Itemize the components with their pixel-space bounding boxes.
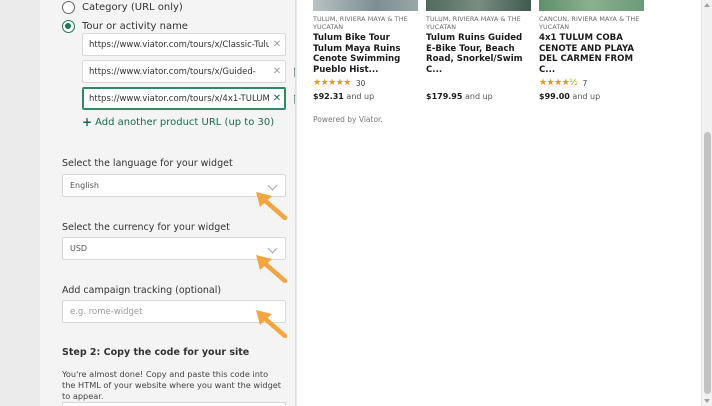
widget-config-panel: Category (URL only) Tour or activity nam…	[40, 0, 296, 406]
pointer-arrow-icon	[256, 255, 288, 283]
product-url-row: https://www.viator.com/tours/x/Guided- ✕	[82, 60, 296, 83]
language-value: English	[70, 181, 99, 190]
step2-heading: Step 2: Copy the code for your site	[62, 347, 250, 358]
clear-icon[interactable]: ✕	[269, 66, 285, 77]
price-suffix: and up	[464, 92, 493, 102]
product-card[interactable]: TULUM, RIVIERA MAYA & THE YUCATAN Tulum …	[313, 0, 418, 101]
product-location: TULUM, RIVIERA MAYA & THE YUCATAN	[313, 15, 408, 32]
radio-tour-label: Tour or activity name	[82, 21, 188, 32]
radio-category-label: Category (URL only)	[82, 2, 183, 13]
product-title[interactable]: Tulum Ruins Guided E-Bike Tour, Beach Ro…	[426, 33, 531, 75]
pointer-arrow-icon	[256, 310, 288, 338]
product-url-value: https://www.viator.com/tours/x/Classic-T…	[89, 39, 269, 50]
product-card[interactable]: TULUM, RIVIERA MAYA & THE YUCATAN Tulum …	[426, 0, 531, 101]
step2-description: You're almost done! Copy and paste this …	[62, 369, 282, 401]
product-card[interactable]: CANCUN, RIVIERA MAYA & THE YUCATAN 4x1 T…	[539, 0, 644, 101]
product-url-input-focused[interactable]: https://www.viator.com/tours/x/4x1-TULUM…	[82, 87, 286, 110]
language-select[interactable]: English	[62, 174, 286, 197]
widget-preview-panel: TULUM, RIVIERA MAYA & THE YUCATAN Tulum …	[297, 0, 701, 406]
product-title[interactable]: 4x1 TULUM COBA CENOTE AND PLAYA DEL CARM…	[539, 33, 644, 75]
chevron-down-icon	[267, 243, 278, 254]
clear-icon[interactable]: ✕	[269, 93, 285, 104]
radio-category-option[interactable]: Category (URL only)	[62, 1, 183, 14]
product-image[interactable]	[426, 0, 531, 11]
powered-by-text: Powered by Viator.	[313, 115, 383, 124]
product-image[interactable]	[313, 0, 418, 11]
star-rating-icon: ★★★★½	[539, 78, 578, 89]
price-value: $92.31	[313, 92, 344, 102]
product-price: $92.31 and up	[313, 92, 418, 101]
page-background	[0, 0, 40, 406]
product-url-input[interactable]: https://www.viator.com/tours/x/Classic-T…	[82, 33, 286, 56]
chevron-down-icon	[267, 180, 278, 191]
currency-select[interactable]: USD	[62, 237, 286, 260]
clear-icon[interactable]: ✕	[269, 39, 285, 50]
product-rating: ★★★★½ 7	[539, 78, 644, 88]
currency-label: Select the currency for your widget	[62, 222, 230, 233]
review-count: 30	[355, 78, 366, 88]
scroll-down-icon[interactable]	[704, 399, 710, 403]
campaign-label: Add campaign tracking (optional)	[62, 285, 222, 296]
radio-tour-option[interactable]: Tour or activity name	[62, 20, 188, 33]
product-location: CANCUN, RIVIERA MAYA & THE YUCATAN	[539, 15, 640, 32]
star-rating-icon: ★★★★★	[313, 78, 351, 89]
add-product-label: Add another product URL (up to 30)	[95, 116, 275, 128]
radio-button-checked[interactable]	[62, 20, 75, 33]
product-location: TULUM, RIVIERA MAYA & THE YUCATAN	[426, 15, 521, 32]
product-url-value: https://www.viator.com/tours/x/Guided-	[89, 66, 256, 77]
add-product-url-link[interactable]: + Add another product URL (up to 30)	[82, 115, 274, 129]
product-price: $179.95 and up	[426, 92, 531, 101]
product-url-value: https://www.viator.com/tours/x/4x1-TULUM	[89, 93, 269, 104]
product-url-input[interactable]: https://www.viator.com/tours/x/Guided- ✕	[82, 60, 286, 83]
pointer-arrow-icon	[256, 192, 288, 220]
product-rating	[426, 78, 531, 88]
campaign-placeholder: e.g. rome-widget	[70, 306, 143, 317]
language-label: Select the language for your widget	[62, 158, 233, 169]
product-title[interactable]: Tulum Bike Tour Tulum Maya Ruins Cenote …	[313, 33, 418, 75]
plus-icon: +	[82, 115, 93, 129]
campaign-tracking-input[interactable]: e.g. rome-widget	[62, 300, 286, 323]
scrollbar[interactable]	[701, 0, 712, 406]
product-card-list: TULUM, RIVIERA MAYA & THE YUCATAN Tulum …	[313, 0, 644, 101]
price-value: $179.95	[426, 92, 463, 102]
scrollbar-thumb[interactable]	[704, 132, 711, 394]
trash-icon[interactable]	[293, 93, 296, 105]
currency-value: USD	[70, 244, 88, 253]
product-price: $99.00 and up	[539, 92, 644, 101]
scroll-up-icon[interactable]	[704, 3, 710, 7]
product-rating: ★★★★★ 30	[313, 78, 418, 88]
product-url-row: https://www.viator.com/tours/x/4x1-TULUM…	[82, 87, 296, 110]
price-suffix: and up	[346, 92, 375, 102]
review-count: 7	[582, 78, 588, 88]
code-box[interactable]	[62, 402, 286, 406]
product-url-row: https://www.viator.com/tours/x/Classic-T…	[82, 33, 286, 56]
price-suffix: and up	[572, 92, 601, 102]
radio-button[interactable]	[62, 1, 75, 14]
trash-icon[interactable]	[293, 66, 296, 78]
price-value: $99.00	[539, 92, 570, 102]
product-image[interactable]	[539, 0, 644, 11]
